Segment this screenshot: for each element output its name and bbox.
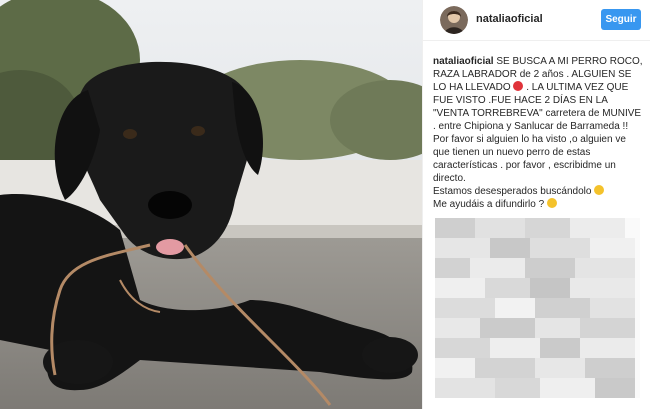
profile-avatar[interactable]	[440, 6, 468, 34]
dog-photo-image	[0, 0, 422, 409]
post-header: nataliaoficial Seguir	[423, 0, 650, 41]
follow-button[interactable]: Seguir	[601, 9, 641, 30]
post-sidebar: nataliaoficial Seguir nataliaoficial SE …	[422, 0, 650, 409]
caption-username[interactable]: nataliaoficial	[433, 56, 494, 67]
sad-face-icon	[546, 198, 557, 208]
username-link[interactable]: nataliaoficial	[476, 13, 543, 25]
angry-face-icon	[513, 81, 524, 91]
caption-text-3: Estamos desesperados buscándolo	[433, 186, 592, 197]
post-caption: nataliaoficial SE BUSCA A MI PERRO ROCO,…	[433, 55, 643, 211]
blurred-comments	[435, 218, 640, 398]
instagram-post: nataliaoficial Seguir nataliaoficial SE …	[0, 0, 650, 409]
pixelated-comments-image	[435, 218, 640, 398]
sad-face-icon	[594, 185, 605, 195]
caption-text-4: Me ayudáis a difundirlo ?	[433, 199, 545, 210]
post-photo[interactable]	[0, 0, 422, 409]
caption-text-2: . LA ULTIMA VEZ QUE FUE VISTO .FUE HACE …	[433, 82, 642, 184]
avatar-image	[440, 6, 468, 34]
